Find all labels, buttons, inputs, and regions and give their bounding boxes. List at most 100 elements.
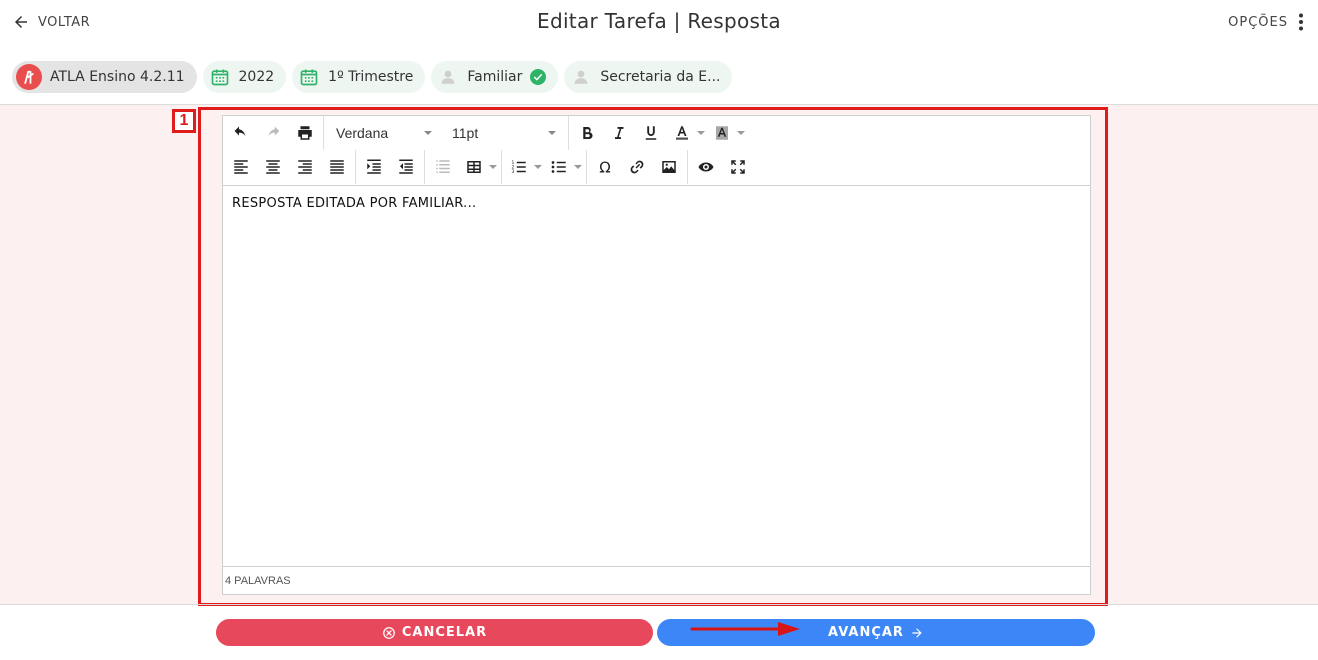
- special-character-button[interactable]: Ω: [589, 153, 621, 181]
- user-icon: [570, 66, 592, 88]
- print-button[interactable]: [289, 119, 321, 147]
- svg-text:3: 3: [512, 169, 515, 175]
- bullet-list-icon: [551, 161, 566, 173]
- numbered-list-icon: 123: [512, 160, 526, 175]
- calendar-icon: [298, 66, 320, 88]
- editor-toolbar: Verdana 11pt 1 2 3 Ω: [223, 116, 1090, 186]
- toolbar-row-1: Verdana 11pt: [223, 116, 747, 150]
- footer-divider: [0, 604, 1318, 605]
- check-circle-icon: [530, 69, 547, 85]
- page-title: Editar Tarefa | Resposta: [537, 9, 781, 33]
- period-chip[interactable]: 1º Trimestre: [292, 61, 426, 93]
- context-chips: ATLA Ensino 4.2.11 2022 1º Trimestre Fam…: [12, 61, 733, 93]
- redo-icon: [268, 126, 280, 137]
- chevron-down-icon: [548, 131, 556, 135]
- print-icon: [298, 126, 312, 140]
- chevron-down-icon: [489, 165, 497, 169]
- indent-icon: [367, 159, 381, 174]
- link-icon: [630, 160, 644, 174]
- text-color-button[interactable]: [667, 119, 707, 147]
- bullet-list-button[interactable]: [544, 153, 584, 181]
- underline-icon: [645, 126, 657, 140]
- outdent-icon: [399, 159, 413, 174]
- toolbar-row-2: 123 Ω: [223, 150, 754, 184]
- svg-text:Ω: Ω: [599, 158, 610, 176]
- outdent-button[interactable]: [390, 153, 422, 181]
- align-justify-button[interactable]: [321, 153, 353, 181]
- secretaria-label: Secretaria da E...: [600, 69, 721, 85]
- app-version-chip[interactable]: ATLA Ensino 4.2.11: [12, 61, 197, 93]
- undo-icon: [234, 126, 246, 137]
- chevron-down-icon: [534, 165, 542, 169]
- cancel-label: CANCELAR: [401, 625, 488, 640]
- align-justify-icon: [330, 160, 344, 174]
- redo-button[interactable]: [257, 119, 289, 147]
- annotation-arrow-icon: [690, 622, 800, 636]
- omega-icon: Ω: [599, 158, 610, 176]
- toolbar-separator: [568, 116, 569, 150]
- chevron-down-icon: [574, 165, 582, 169]
- atla-logo-icon: [16, 64, 42, 90]
- toolbar-separator: [687, 150, 688, 184]
- line-height-icon: [436, 160, 450, 173]
- align-center-button[interactable]: [257, 153, 289, 181]
- indent-button[interactable]: [358, 153, 390, 181]
- app-header: VOLTAR Editar Tarefa | Resposta OPÇÕES: [0, 0, 1318, 44]
- align-right-icon: [298, 160, 312, 174]
- align-center-icon: [266, 160, 280, 174]
- fullscreen-icon: [731, 160, 745, 174]
- font-family-select[interactable]: Verdana: [326, 119, 442, 147]
- bold-icon: [583, 127, 593, 140]
- image-button[interactable]: [653, 153, 685, 181]
- editor-content[interactable]: RESPOSTA EDITADA POR FAMILIAR...: [223, 187, 1090, 566]
- link-button[interactable]: [621, 153, 653, 181]
- toolbar-separator: [323, 116, 324, 150]
- cancel-circle-icon: [382, 626, 395, 639]
- options-label: OPÇÕES: [1228, 14, 1288, 30]
- editor-text: RESPOSTA EDITADA POR FAMILIAR...: [232, 196, 477, 211]
- secretaria-chip[interactable]: Secretaria da E...: [564, 61, 733, 93]
- arrow-right-icon: [912, 627, 922, 638]
- calendar-icon: [209, 66, 231, 88]
- word-count: 4 PALAVRAS: [225, 575, 291, 587]
- app-version-label: ATLA Ensino 4.2.11: [50, 69, 185, 85]
- underline-button[interactable]: [635, 119, 667, 147]
- font-family-value: Verdana: [336, 125, 389, 141]
- chevron-down-icon: [424, 131, 432, 135]
- year-label: 2022: [238, 69, 275, 85]
- preview-button[interactable]: [690, 153, 722, 181]
- chevron-down-icon: [697, 131, 705, 135]
- options-button[interactable]: OPÇÕES: [1228, 10, 1304, 34]
- fullscreen-button[interactable]: [722, 153, 754, 181]
- font-size-value: 11pt: [452, 125, 479, 141]
- undo-button[interactable]: [225, 119, 257, 147]
- role-label: Familiar: [467, 69, 523, 85]
- role-chip[interactable]: Familiar: [431, 61, 559, 93]
- user-icon: [437, 66, 459, 88]
- year-chip[interactable]: 2022: [202, 61, 287, 93]
- align-left-icon: [234, 160, 248, 174]
- align-right-button[interactable]: [289, 153, 321, 181]
- numbered-list-button[interactable]: 123: [504, 153, 544, 181]
- toolbar-separator: [424, 150, 425, 184]
- editor-statusbar: 4 PALAVRAS: [223, 566, 1090, 594]
- italic-icon: [614, 127, 624, 139]
- period-label: 1º Trimestre: [328, 69, 414, 85]
- italic-button[interactable]: [603, 119, 635, 147]
- rich-text-editor: Verdana 11pt 1 2 3 Ω RESPOSTA EDITADA PO…: [222, 115, 1091, 595]
- cancel-button[interactable]: CANCELAR: [216, 619, 653, 646]
- toolbar-separator: [586, 150, 587, 184]
- table-button[interactable]: [459, 153, 499, 181]
- image-icon: [662, 161, 676, 173]
- bold-button[interactable]: [571, 119, 603, 147]
- toolbar-separator: [355, 150, 356, 184]
- text-color-icon: [676, 126, 688, 140]
- step-badge: 1: [172, 109, 196, 133]
- background-color-button[interactable]: [707, 119, 747, 147]
- font-size-select[interactable]: 11pt: [442, 119, 566, 147]
- align-left-button[interactable]: [225, 153, 257, 181]
- line-height-button[interactable]: [427, 153, 459, 181]
- toolbar-separator: [501, 150, 502, 184]
- table-icon: [467, 161, 481, 173]
- eye-icon: [698, 162, 714, 172]
